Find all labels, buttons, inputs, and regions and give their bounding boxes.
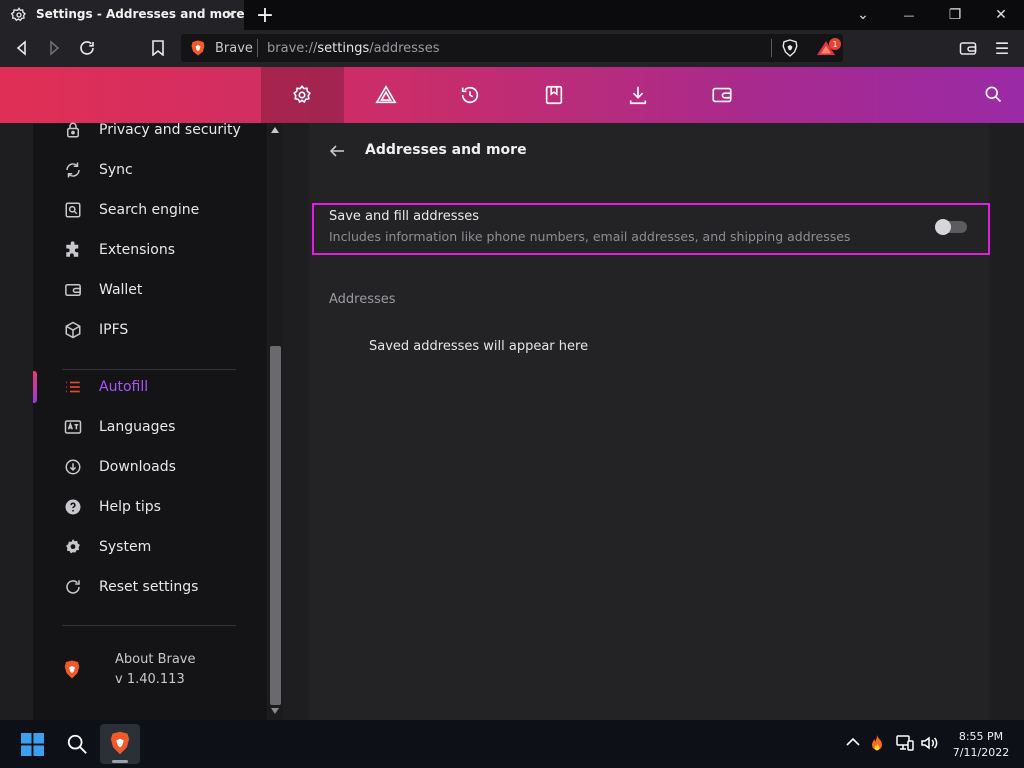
sidebar-item-label: Sync (99, 162, 133, 178)
reload-icon[interactable] (78, 39, 96, 57)
scrollbar-thumb[interactable] (270, 346, 281, 705)
toggle-knob[interactable] (935, 219, 951, 235)
toolbar-downloads-icon[interactable] (627, 84, 649, 106)
tab-close-icon[interactable]: ✕ (222, 6, 240, 24)
active-indicator (33, 371, 37, 403)
sidebar-item-label: Autofill (99, 379, 149, 395)
gear-icon (62, 536, 84, 558)
scroll-up-arrow-icon[interactable] (271, 127, 279, 133)
toolbar-rewards-icon[interactable] (375, 84, 397, 106)
close-window-button[interactable]: ✕ (978, 0, 1024, 30)
wallet-toolbar-icon[interactable] (959, 40, 977, 56)
sidebar-item-label: Privacy and security (99, 122, 241, 138)
sidebar-item-label: IPFS (99, 322, 129, 338)
sidebar-item-label: Languages (99, 419, 176, 435)
sidebar-item-wallet[interactable]: Wallet (62, 275, 262, 305)
list-icon (62, 376, 84, 398)
active-tab[interactable]: Settings - Addresses and more ✕ (0, 0, 244, 30)
rewards-badge: 1 (829, 38, 841, 50)
addresses-empty-message: Saved addresses will appear here (369, 339, 589, 354)
sidebar-item-privacy[interactable]: Privacy and security (62, 115, 262, 145)
toolbar-search-icon[interactable] (983, 84, 1005, 106)
tray-network-icon[interactable] (896, 735, 914, 751)
sidebar-item-reset[interactable]: Reset settings (62, 572, 262, 602)
url-scheme: brave:// (267, 41, 318, 56)
brave-app-icon (110, 731, 130, 755)
tray-volume-icon[interactable] (920, 735, 938, 751)
brave-logo-icon (64, 660, 80, 679)
clock-time: 8:55 PM (958, 730, 1004, 743)
back-arrow-icon[interactable] (329, 143, 345, 159)
scroll-down-arrow-icon[interactable] (271, 708, 279, 714)
reset-icon (62, 576, 84, 598)
site-name: Brave (215, 41, 253, 56)
sidebar-item-downloads[interactable]: Downloads (62, 452, 262, 482)
url-path: /addresses (369, 41, 440, 56)
search-engine-icon (62, 199, 84, 221)
toolbar-history-icon[interactable] (459, 84, 481, 106)
clock-date: 7/11/2022 (952, 746, 1010, 759)
sidebar-item-label: Help tips (99, 499, 161, 515)
restore-button[interactable]: ❐ (932, 0, 978, 30)
url-text[interactable]: brave://settings/addresses (267, 41, 439, 56)
sidebar-item-system[interactable]: System (62, 532, 262, 562)
sidebar-item-label: Reset settings (99, 579, 199, 595)
sidebar-item-sync[interactable]: Sync (62, 155, 262, 185)
page-title: Addresses and more (365, 142, 527, 158)
cube-icon (62, 319, 84, 341)
brave-shield-icon (191, 40, 205, 56)
language-icon (62, 416, 84, 438)
bookmark-icon[interactable] (151, 40, 165, 56)
wallet-icon (62, 279, 84, 301)
sidebar-item-extensions[interactable]: Extensions (62, 235, 262, 265)
sidebar-item-help-tips[interactable]: Help tips (62, 492, 262, 522)
taskbar-search-icon[interactable] (66, 733, 88, 755)
tab-search-chevron-icon[interactable]: ⌄ (840, 0, 886, 30)
download-icon (62, 456, 84, 478)
save-fill-title: Save and fill addresses (329, 209, 480, 224)
sync-icon (62, 159, 84, 181)
save-fill-description: Includes information like phone numbers,… (329, 229, 851, 244)
url-host: settings (317, 41, 370, 56)
sidebar-item-autofill[interactable]: Autofill (62, 372, 262, 402)
back-icon[interactable] (14, 40, 30, 56)
omnibox-divider (257, 39, 258, 57)
windows-start-icon[interactable] (21, 733, 44, 756)
sidebar-item-label: Extensions (99, 242, 176, 258)
toolbar-bookmarks-icon[interactable] (543, 84, 565, 106)
version-label: v 1.40.113 (115, 672, 185, 687)
sidebar-item-label: Search engine (99, 202, 200, 218)
minimize-button[interactable]: — (886, 0, 932, 30)
sidebar-item-search-engine[interactable]: Search engine (62, 195, 262, 225)
toolbar-settings-icon[interactable] (291, 84, 313, 106)
tab-title: Settings - Addresses and more (36, 7, 245, 21)
tray-clock[interactable]: 8:55 PM 7/11/2022 (940, 729, 1022, 761)
omnibox-divider-2 (771, 39, 772, 57)
sidebar-item-label: Downloads (99, 459, 176, 475)
new-tab-button[interactable]: + (254, 2, 276, 28)
help-icon (62, 496, 84, 518)
forward-icon[interactable] (46, 40, 62, 56)
sidebar-divider (62, 625, 236, 626)
menu-hamburger-icon[interactable]: ☰ (994, 39, 1010, 58)
sidebar-item-ipfs[interactable]: IPFS (62, 315, 262, 345)
sidebar-item-label: Wallet (99, 282, 143, 298)
app-running-indicator (112, 760, 128, 763)
brave-shields-button-icon[interactable] (782, 39, 798, 57)
sidebar-divider (62, 369, 236, 370)
settings-gear-icon (11, 7, 27, 23)
puzzle-icon (62, 239, 84, 261)
sidebar-item-languages[interactable]: Languages (62, 412, 262, 442)
lock-icon (62, 119, 84, 141)
tray-overflow-chevron-icon[interactable] (846, 737, 860, 747)
tray-flame-icon[interactable] (869, 734, 885, 752)
toolbar-wallet-icon[interactable] (711, 84, 733, 106)
addresses-section-header: Addresses (329, 292, 396, 307)
about-brave-label[interactable]: About Brave (115, 652, 196, 667)
sidebar-item-label: System (99, 539, 152, 555)
